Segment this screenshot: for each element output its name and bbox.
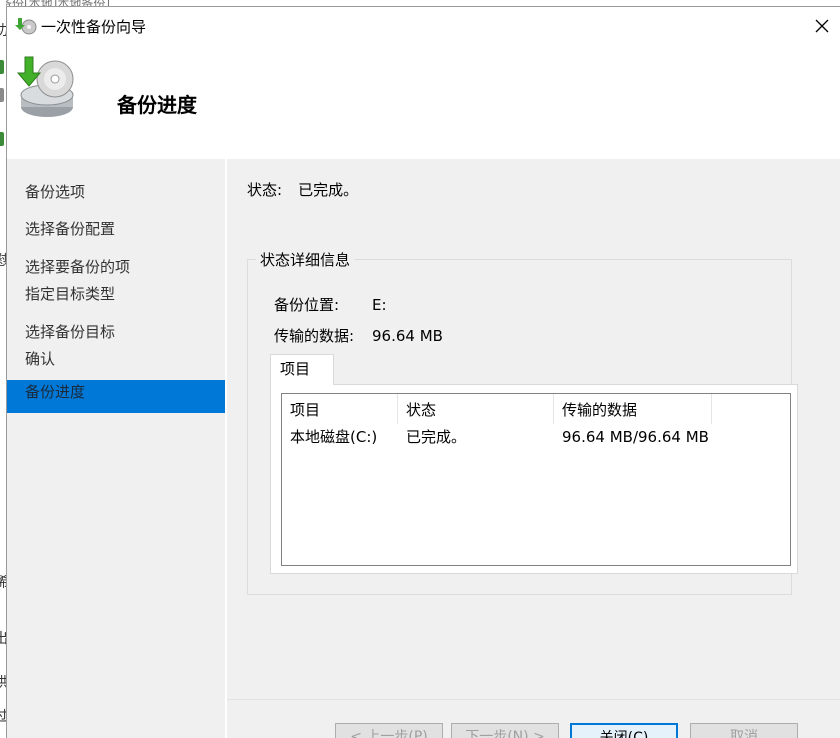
transferred-data-value: 96.64 MB: [372, 327, 443, 345]
cancel-button[interactable]: 取消: [690, 723, 798, 738]
backup-location-row: 备份位置: E:: [274, 294, 387, 315]
tab-panel-items: 项目 状态 传输的数据 本地磁盘(C:) 已完成。 96.64 MB/96.64…: [270, 384, 798, 574]
cell-item: 本地磁盘(C:): [290, 428, 378, 446]
cell-status: 已完成。: [406, 428, 467, 446]
nav-step-backup-destination[interactable]: 选择备份目标: [7, 319, 225, 345]
background-app-icon: [0, 88, 4, 102]
backup-location-label: 备份位置:: [274, 296, 340, 314]
close-window-button[interactable]: [807, 11, 837, 41]
list-item[interactable]: 本地磁盘(C:) 已完成。 96.64 MB/96.64 MB: [282, 424, 790, 450]
backup-app-icon: [15, 18, 37, 35]
transferred-data-label: 传输的数据:: [274, 327, 355, 345]
page-title: 备份进度: [117, 93, 197, 117]
previous-button[interactable]: < 上一步(P): [335, 723, 443, 738]
tab-items[interactable]: 项目: [270, 354, 334, 385]
list-header: 项目 状态 传输的数据: [282, 394, 790, 424]
items-list[interactable]: 项目 状态 传输的数据 本地磁盘(C:) 已完成。 96.64 MB/96.64…: [281, 393, 791, 566]
backup-wizard-dialog: 一次性备份向导 备份进度 备份选项 选择备份配置 选择要备份的项 指定目标类型 …: [6, 6, 840, 738]
cell-transferred: 96.64 MB/96.64 MB: [562, 428, 709, 446]
column-header-item[interactable]: 项目: [282, 394, 398, 424]
next-button[interactable]: 下一步(N) >: [451, 723, 559, 738]
backup-disk-icon: [16, 56, 74, 117]
nav-step-destination-type[interactable]: 指定目标类型: [7, 281, 225, 307]
nav-step-backup-config[interactable]: 选择备份配置: [7, 216, 225, 242]
background-app-icon: [0, 132, 4, 146]
column-header-status[interactable]: 状态: [398, 394, 554, 424]
screen: 备份[本地]本地备份] 功 慰 稀 出 烘 过 一次性备份向导: [0, 0, 840, 738]
nav-step-backup-options[interactable]: 备份选项: [7, 179, 225, 205]
status-value: 已完成。: [298, 181, 359, 199]
status-details-group: 状态详细信息 备份位置: E: 传输的数据: 96.64 MB 项目 项目 状态 传…: [247, 249, 798, 595]
close-button[interactable]: 关闭(C): [570, 723, 678, 738]
wizard-steps-nav: 备份选项 选择备份配置 选择要备份的项 指定目标类型 选择备份目标 确认 备份进…: [7, 159, 225, 738]
backup-location-value: E:: [372, 296, 387, 314]
dialog-title: 一次性备份向导: [41, 18, 147, 36]
status-row: 状态: 已完成。: [247, 179, 358, 200]
nav-step-select-items[interactable]: 选择要备份的项: [7, 254, 225, 280]
background-app-icon: [0, 60, 4, 74]
nav-step-confirm[interactable]: 确认: [7, 346, 225, 372]
group-title: 状态详细信息: [256, 249, 355, 270]
status-label: 状态:: [247, 181, 283, 199]
close-icon: [815, 19, 829, 33]
nav-step-backup-progress[interactable]: 备份进度: [7, 380, 225, 413]
wizard-header: 备份进度: [7, 45, 840, 159]
title-bar[interactable]: 一次性备份向导: [7, 7, 840, 45]
transferred-data-row: 传输的数据: 96.64 MB: [274, 325, 443, 346]
column-header-transferred[interactable]: 传输的数据: [554, 394, 712, 424]
footer-separator: [227, 699, 840, 700]
wizard-content: 状态: 已完成。 状态详细信息 备份位置: E: 传输的数据: 96.64 MB 项目…: [227, 159, 840, 738]
